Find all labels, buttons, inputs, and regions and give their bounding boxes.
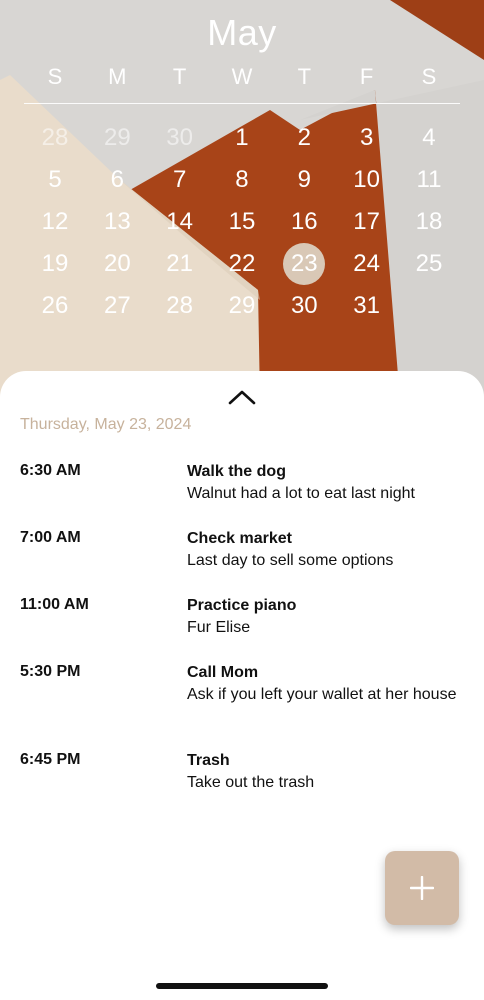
day-cell xyxy=(398,286,460,326)
calendar-week-3: 12 13 14 15 16 17 18 xyxy=(24,202,460,242)
day-cell[interactable]: 19 xyxy=(24,244,86,284)
event-time: 6:45 PM xyxy=(20,751,81,768)
day-cell[interactable]: 14 xyxy=(149,202,211,242)
event-title: Check market xyxy=(187,530,292,547)
event-info: Practice piano Fur Elise xyxy=(187,596,467,638)
day-cell[interactable]: 1 xyxy=(211,118,273,158)
calendar-week-4: 19 20 21 22 23 24 25 xyxy=(24,243,460,285)
event-description: Last day to sell some options xyxy=(187,552,394,569)
weekday-label: W xyxy=(231,64,253,89)
day-cell[interactable]: 26 xyxy=(24,286,86,326)
day-cell[interactable]: 8 xyxy=(211,160,273,200)
day-cell[interactable]: 22 xyxy=(211,244,273,284)
day-cell[interactable]: 18 xyxy=(398,202,460,242)
selected-date-label: Thursday, May 23, 2024 xyxy=(20,416,192,433)
event-description: Take out the trash xyxy=(187,774,315,791)
day-cell[interactable]: 29 xyxy=(211,286,273,326)
day-cell[interactable]: 10 xyxy=(336,160,398,200)
event-time: 7:00 AM xyxy=(20,529,81,546)
day-cell[interactable]: 7 xyxy=(149,160,211,200)
calendar-week-5: 26 27 28 29 30 31 xyxy=(24,286,460,326)
month-title: May xyxy=(207,12,277,53)
day-cell[interactable]: 24 xyxy=(336,244,398,284)
weekday-label: M xyxy=(108,64,127,89)
event-title: Walk the dog xyxy=(187,463,286,480)
day-cell[interactable]: 28 xyxy=(149,286,211,326)
day-cell[interactable]: 27 xyxy=(86,286,148,326)
event-description: Ask if you left your wallet at her house xyxy=(187,686,457,703)
day-cell[interactable]: 30 xyxy=(149,118,211,158)
event-info: Trash Take out the trash xyxy=(187,751,467,793)
day-cell[interactable]: 21 xyxy=(149,244,211,284)
day-cell[interactable]: 6 xyxy=(86,160,148,200)
day-cell[interactable]: 15 xyxy=(211,202,273,242)
weekday-label: F xyxy=(359,64,374,89)
day-cell[interactable]: 13 xyxy=(86,202,148,242)
event-title: Trash xyxy=(187,752,230,769)
day-cell[interactable]: 2 xyxy=(273,118,335,158)
event-title: Practice piano xyxy=(187,597,297,614)
calendar-header: May S M T W T F S 28 29 30 1 2 3 4 5 6 7… xyxy=(0,0,484,400)
day-cell[interactable]: 9 xyxy=(273,160,335,200)
day-cell[interactable]: 5 xyxy=(24,160,86,200)
weekday-label: T xyxy=(172,64,187,89)
home-indicator[interactable] xyxy=(156,983,328,989)
day-cell[interactable]: 30 xyxy=(273,286,335,326)
plus-icon xyxy=(410,876,434,900)
event-title: Call Mom xyxy=(187,664,259,681)
calendar-week-2: 5 6 7 8 9 10 11 xyxy=(24,160,460,200)
day-cell[interactable]: 20 xyxy=(86,244,148,284)
weekday-label: S xyxy=(47,64,63,89)
day-cell[interactable]: 3 xyxy=(336,118,398,158)
weekday-label: S xyxy=(421,64,437,89)
event-info: Check market Last day to sell some optio… xyxy=(187,529,467,571)
event-description: Walnut had a lot to eat last night xyxy=(187,485,415,502)
day-cell[interactable]: 16 xyxy=(273,202,335,242)
event-time: 5:30 PM xyxy=(20,663,81,680)
calendar-week-1: 28 29 30 1 2 3 4 xyxy=(24,118,460,158)
header-divider xyxy=(24,103,460,104)
day-cell[interactable]: 4 xyxy=(398,118,460,158)
event-description: Fur Elise xyxy=(187,619,251,636)
event-time: 11:00 AM xyxy=(20,596,89,613)
event-time: 6:30 AM xyxy=(20,462,81,479)
chevron-up-icon[interactable] xyxy=(228,389,256,405)
event-info: Call Mom Ask if you left your wallet at … xyxy=(187,663,467,705)
add-event-button[interactable] xyxy=(385,851,459,925)
paper-background-image xyxy=(0,0,484,400)
weekday-header: S M T W T F S xyxy=(24,64,460,90)
day-cell[interactable]: 11 xyxy=(398,160,460,200)
day-cell[interactable]: 28 xyxy=(24,118,86,158)
selected-day-cell[interactable]: 23 xyxy=(273,243,335,285)
day-cell[interactable]: 17 xyxy=(336,202,398,242)
event-info: Walk the dog Walnut had a lot to eat las… xyxy=(187,462,467,504)
day-cell[interactable]: 12 xyxy=(24,202,86,242)
weekday-label: T xyxy=(297,64,312,89)
day-cell[interactable]: 31 xyxy=(336,286,398,326)
day-cell[interactable]: 25 xyxy=(398,244,460,284)
day-cell[interactable]: 29 xyxy=(86,118,148,158)
